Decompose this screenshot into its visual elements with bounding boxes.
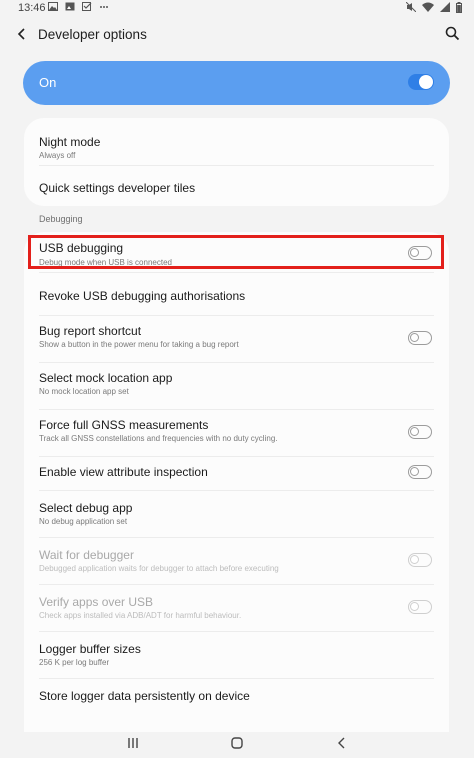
home-icon	[231, 736, 243, 754]
bug-report-shortcut-toggle[interactable]	[408, 331, 432, 345]
setting-title: Store logger data persistently on device	[39, 689, 250, 703]
force-gnss-toggle[interactable]	[408, 425, 432, 439]
toggle-knob	[410, 467, 419, 476]
setting-row-mock-location-app[interactable]: Select mock location app No mock locatio…	[24, 363, 449, 409]
gallery-icon	[65, 2, 75, 14]
debugging-card: USB debugging Debug mode when USB is con…	[24, 232, 449, 732]
page-title: Developer options	[38, 27, 147, 42]
setting-row-wait-for-debugger: Wait for debugger Debugged application w…	[24, 538, 449, 584]
setting-title: Verify apps over USB	[39, 595, 154, 609]
back-button[interactable]	[10, 24, 34, 48]
battery-icon	[456, 2, 462, 16]
verify-apps-toggle	[408, 600, 432, 614]
setting-row-select-debug-app[interactable]: Select debug app No debug application se…	[24, 491, 449, 537]
setting-row-store-logger-data[interactable]: Store logger data persistently on device	[24, 679, 449, 719]
search-button[interactable]	[440, 24, 464, 48]
image-icon	[48, 2, 58, 14]
wifi-icon	[422, 2, 434, 16]
toggle-knob	[410, 602, 419, 611]
setting-summary: No debug application set	[39, 517, 128, 526]
navigation-bar	[0, 732, 474, 758]
setting-title: Revoke USB debugging authorisations	[39, 289, 246, 303]
app-bar: Developer options	[0, 18, 474, 54]
setting-summary: Track all GNSS constellations and freque…	[39, 434, 278, 443]
setting-summary: Debugged application waits for debugger …	[39, 564, 279, 573]
search-icon	[445, 26, 460, 46]
master-switch-label: On	[39, 75, 57, 90]
setting-title: Force full GNSS measurements	[39, 418, 209, 432]
arrow-left-icon	[15, 27, 29, 46]
setting-summary: No mock location app set	[39, 387, 129, 396]
switch-knob	[419, 75, 433, 89]
setting-title: USB debugging	[39, 241, 124, 255]
status-time: 13:46	[18, 2, 46, 14]
master-switch-bar[interactable]: On	[23, 61, 450, 105]
usb-debugging-toggle[interactable]	[408, 246, 432, 260]
recents-button[interactable]	[123, 736, 143, 754]
setting-row-view-attribute-inspection[interactable]: Enable view attribute inspection	[24, 457, 449, 490]
setting-summary: Check apps installed via ADB/ADT for har…	[39, 611, 242, 620]
setting-title: Quick settings developer tiles	[39, 181, 196, 195]
setting-row-revoke-usb-auth[interactable]: Revoke USB debugging authorisations	[24, 273, 449, 315]
toggle-knob	[410, 555, 419, 564]
toggle-knob	[410, 427, 419, 436]
master-switch-toggle[interactable]	[408, 74, 434, 90]
recents-icon	[127, 736, 139, 754]
setting-title: Enable view attribute inspection	[39, 465, 208, 479]
section-header-debugging: Debugging	[39, 214, 83, 224]
mute-icon	[405, 1, 417, 16]
setting-title: Logger buffer sizes	[39, 642, 141, 656]
setting-row-quick-settings-tiles[interactable]: Quick settings developer tiles	[24, 166, 449, 206]
more-dots-icon	[99, 2, 109, 14]
toggle-knob	[410, 333, 419, 342]
wait-for-debugger-toggle	[408, 553, 432, 567]
setting-title: Select debug app	[39, 501, 133, 515]
setting-row-verify-apps-over-usb: Verify apps over USB Check apps installe…	[24, 585, 449, 631]
setting-summary: 256 K per log buffer	[39, 658, 110, 667]
setting-title: Night mode	[39, 135, 101, 149]
setting-summary: Always off	[39, 151, 76, 160]
general-options-card: Night mode Always off Quick settings dev…	[24, 118, 449, 206]
setting-row-logger-buffer-sizes[interactable]: Logger buffer sizes 256 K per log buffer	[24, 632, 449, 678]
setting-row-night-mode[interactable]: Night mode Always off	[24, 118, 449, 165]
setting-row-force-full-gnss[interactable]: Force full GNSS measurements Track all G…	[24, 410, 449, 456]
home-button[interactable]	[227, 736, 247, 754]
setting-title: Wait for debugger	[39, 548, 134, 562]
setting-summary: Show a button in the power menu for taki…	[39, 340, 239, 349]
back-icon	[336, 736, 348, 754]
nav-back-button[interactable]	[332, 736, 352, 754]
setting-title: Select mock location app	[39, 371, 173, 385]
signal-icon	[440, 2, 450, 16]
setting-row-bug-report-shortcut[interactable]: Bug report shortcut Show a button in the…	[24, 316, 449, 362]
view-attribute-inspection-toggle[interactable]	[408, 465, 432, 479]
status-bar: 13:46	[0, 0, 474, 18]
setting-row-usb-debugging[interactable]: USB debugging Debug mode when USB is con…	[24, 232, 449, 272]
check-square-icon	[82, 2, 92, 14]
toggle-knob	[410, 248, 419, 257]
setting-summary: Debug mode when USB is connected	[39, 258, 172, 267]
setting-title: Bug report shortcut	[39, 324, 142, 338]
